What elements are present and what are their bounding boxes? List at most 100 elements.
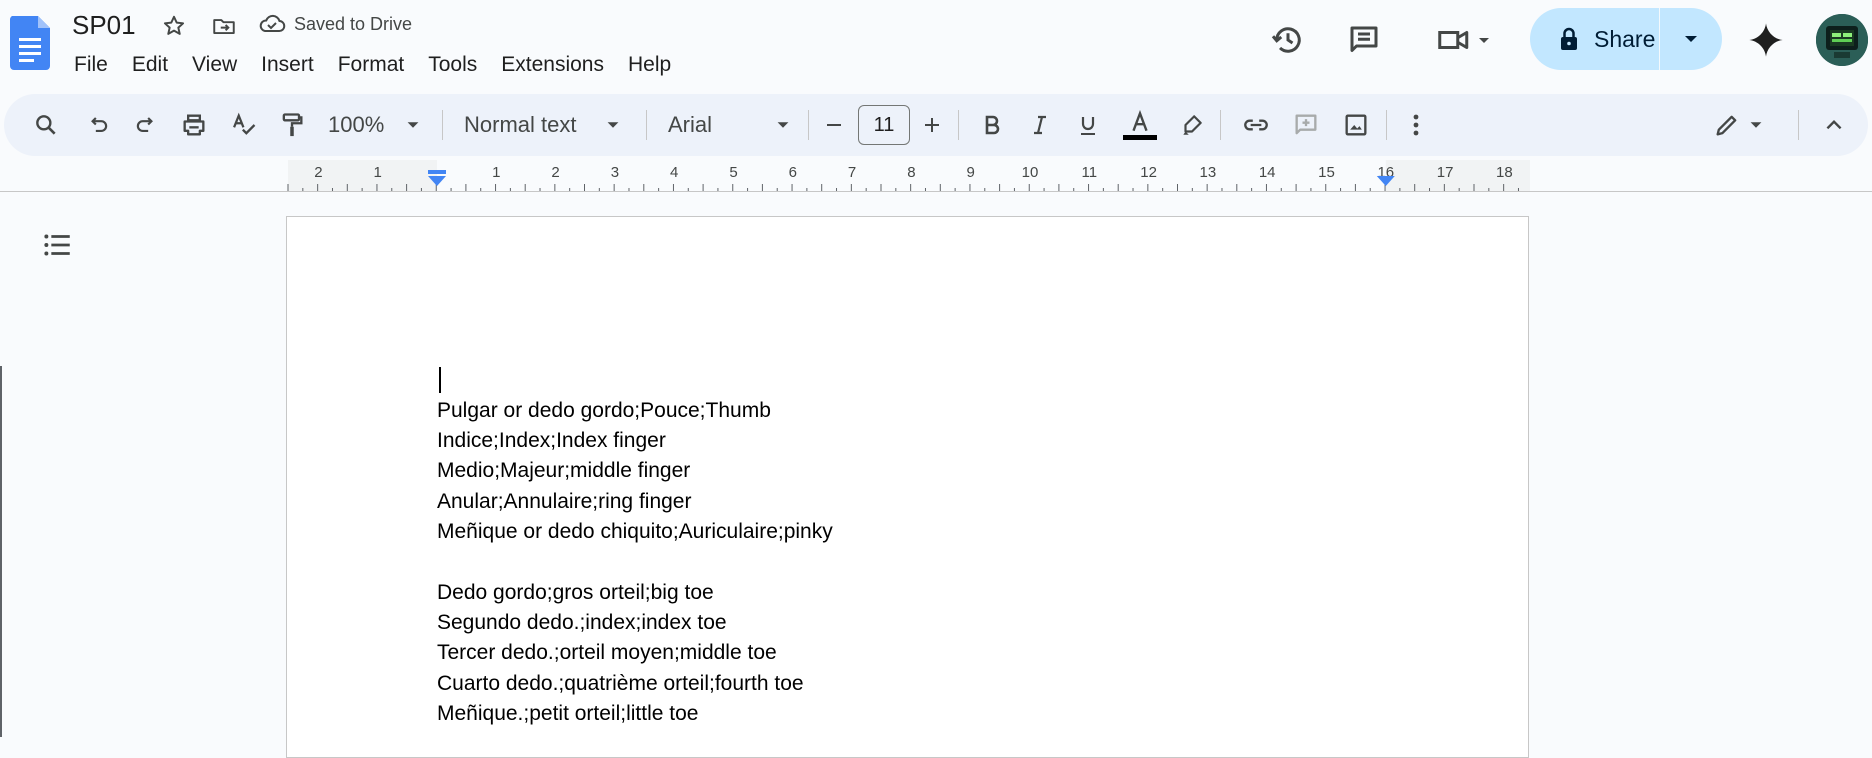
toolbar-divider <box>646 110 647 140</box>
font-family-select[interactable]: Arial <box>668 94 794 156</box>
ruler-label: 3 <box>611 164 619 181</box>
document-line[interactable]: Tercer dedo.;orteil moyen;middle toe <box>437 641 777 665</box>
left-edge-bar <box>0 366 2 737</box>
print-icon[interactable] <box>174 94 214 156</box>
ruler-label: 2 <box>314 164 322 181</box>
ruler-label: 9 <box>967 164 975 181</box>
toolbar-divider <box>808 110 809 140</box>
ruler-label: 18 <box>1496 164 1513 181</box>
menu-bar: File Edit View Insert Format Tools Exten… <box>62 48 683 82</box>
chevron-down-icon <box>607 122 619 128</box>
comments-icon[interactable] <box>1344 20 1384 60</box>
menu-extensions[interactable]: Extensions <box>489 48 616 82</box>
document-line[interactable]: Dedo gordo;gros orteil;big toe <box>437 581 714 605</box>
spellcheck-icon[interactable] <box>224 94 264 156</box>
ruler[interactable]: 2 1 1 2 3 4 5 6 7 8 9 10 11 12 13 14 15 16 17 18 <box>0 160 1872 192</box>
highlight-color-icon[interactable] <box>1172 94 1212 156</box>
undo-icon[interactable] <box>78 94 118 156</box>
insert-link-icon[interactable] <box>1234 94 1278 156</box>
save-status[interactable]: Saved to Drive <box>258 12 412 36</box>
toolbar-divider <box>442 110 443 140</box>
document-line[interactable]: Pulgar or dedo gordo;Pouce;Thumb <box>437 399 771 423</box>
editing-mode-button[interactable] <box>1704 94 1774 156</box>
increase-font-size-icon[interactable] <box>914 94 950 156</box>
hide-menus-chevron-up-icon[interactable] <box>1814 94 1854 156</box>
ruler-label: 11 <box>1082 164 1098 181</box>
share-button[interactable]: Share <box>1530 8 1659 70</box>
toolbar-divider <box>958 110 959 140</box>
ruler-label: 7 <box>848 164 856 181</box>
toolbar-divider <box>1220 110 1221 140</box>
document-title[interactable]: SP01 <box>72 10 136 41</box>
text-cursor <box>439 367 441 393</box>
chevron-down-icon <box>1685 36 1698 42</box>
gemini-sparkle-icon[interactable] <box>1744 18 1788 62</box>
ruler-label: 6 <box>789 164 797 181</box>
text-color-icon[interactable] <box>1118 94 1162 156</box>
ruler-label: 10 <box>1022 164 1039 181</box>
document-line[interactable]: Cuarto dedo.;quatrième orteil;fourth toe <box>437 672 804 696</box>
ruler-label: 4 <box>670 164 678 181</box>
chevron-down-icon <box>777 122 789 128</box>
menu-edit[interactable]: Edit <box>120 48 180 82</box>
toolbar-divider <box>1386 110 1387 140</box>
chevron-down-icon <box>407 122 419 128</box>
paragraph-style-value: Normal text <box>464 112 577 137</box>
ruler-label: 8 <box>907 164 915 181</box>
document-line[interactable]: Medio;Majeur;middle finger <box>437 459 690 483</box>
decrease-font-size-icon[interactable] <box>816 94 852 156</box>
redo-icon[interactable] <box>126 94 166 156</box>
zoom-select[interactable]: 100% <box>328 94 428 156</box>
ruler-label: 17 <box>1437 164 1454 181</box>
version-history-icon[interactable] <box>1268 20 1308 60</box>
document-line[interactable]: Segundo dedo.;index;index toe <box>437 611 727 635</box>
menu-insert[interactable]: Insert <box>249 48 326 82</box>
docs-logo-icon[interactable] <box>10 16 50 70</box>
italic-icon[interactable] <box>1020 94 1060 156</box>
menu-tools[interactable]: Tools <box>416 48 489 82</box>
share-divider <box>1659 8 1661 70</box>
document-line[interactable]: Meñique or dedo chiquito;Auriculaire;pin… <box>437 520 833 544</box>
font-family-value: Arial <box>668 112 713 137</box>
formatting-toolbar: 100% Normal text Arial 11 <box>4 94 1868 156</box>
meet-button[interactable] <box>1428 20 1500 60</box>
text-color-swatch <box>1123 135 1157 140</box>
zoom-value: 100% <box>328 112 385 137</box>
lock-icon <box>1561 27 1577 50</box>
paragraph-style-select[interactable]: Normal text <box>464 94 634 156</box>
account-avatar[interactable] <box>1816 14 1868 66</box>
bold-icon[interactable] <box>972 94 1012 156</box>
chevron-down-icon <box>1750 122 1762 128</box>
ruler-label: 14 <box>1259 164 1276 181</box>
ruler-label: 5 <box>729 164 737 181</box>
ruler-label: 12 <box>1140 164 1157 181</box>
menu-help[interactable]: Help <box>616 48 683 82</box>
pencil-icon <box>1716 115 1737 136</box>
menu-format[interactable]: Format <box>326 48 417 82</box>
share-button-group: Share <box>1530 8 1722 70</box>
more-options-icon[interactable] <box>1398 94 1434 156</box>
ruler-label: 13 <box>1200 164 1217 181</box>
document-outline-icon[interactable] <box>40 228 74 262</box>
document-line[interactable]: Meñique.;petit orteil;little toe <box>437 702 698 726</box>
document-line[interactable]: Anular;Annulaire;ring finger <box>437 490 691 514</box>
menu-view[interactable]: View <box>180 48 249 82</box>
underline-icon[interactable] <box>1068 94 1108 156</box>
ruler-label: 1 <box>374 164 382 181</box>
font-size-input[interactable]: 11 <box>858 105 910 145</box>
cloud-done-icon <box>259 14 286 32</box>
search-menus-icon[interactable] <box>26 94 66 156</box>
star-icon[interactable] <box>160 12 188 40</box>
menu-file[interactable]: File <box>62 48 120 82</box>
add-comment-icon[interactable] <box>1284 94 1328 156</box>
insert-image-icon[interactable] <box>1334 94 1378 156</box>
ruler-label: 15 <box>1318 164 1335 181</box>
paint-format-icon[interactable] <box>272 94 312 156</box>
move-to-folder-icon[interactable] <box>210 12 238 40</box>
document-line[interactable]: Indice;Index;Index finger <box>437 429 666 453</box>
toolbar-divider <box>1798 110 1799 140</box>
chevron-down-icon <box>1479 38 1489 43</box>
share-options-button[interactable] <box>1660 8 1722 70</box>
share-label: Share <box>1594 25 1656 52</box>
ruler-label: 2 <box>551 164 559 181</box>
